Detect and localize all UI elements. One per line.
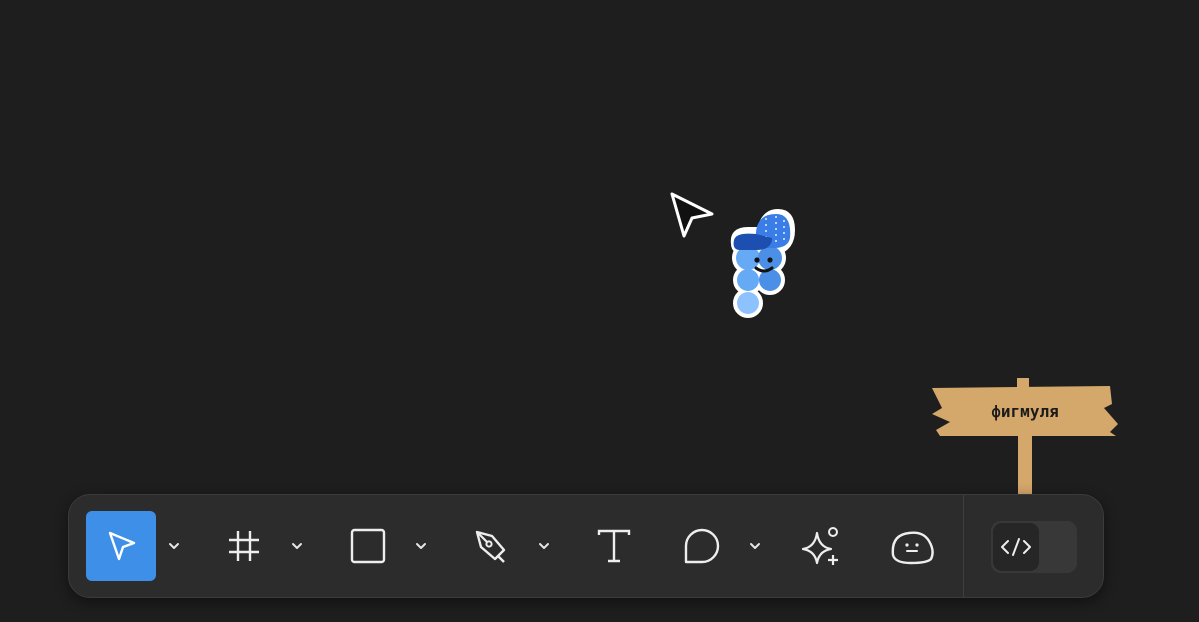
signpost bbox=[932, 378, 1118, 504]
chevron-down-icon bbox=[292, 543, 302, 549]
rectangle-tool-button[interactable] bbox=[333, 511, 403, 581]
dev-mode-toggle-knob bbox=[993, 523, 1039, 571]
speech-bubble-icon bbox=[684, 528, 720, 564]
chevron-down-icon bbox=[169, 543, 179, 549]
signpost-label: фигмуля bbox=[991, 401, 1059, 421]
cursor-arrow-icon bbox=[108, 531, 136, 561]
chevron-down-icon bbox=[539, 543, 549, 549]
bottom-toolbar bbox=[68, 494, 1104, 598]
sparkle-icon bbox=[801, 527, 838, 565]
pen-tool-button[interactable] bbox=[456, 511, 526, 581]
toolbar-divider bbox=[963, 495, 964, 597]
dev-mode-toggle[interactable] bbox=[991, 521, 1077, 573]
frame-tool-menu-button[interactable] bbox=[286, 535, 308, 557]
frame-tool-button[interactable] bbox=[209, 511, 279, 581]
pen-tool-menu-button[interactable] bbox=[533, 535, 555, 557]
character-tool-button[interactable] bbox=[877, 511, 947, 581]
actions-tool-button[interactable] bbox=[787, 511, 857, 581]
blob-face-icon bbox=[891, 531, 934, 565]
text-tool-button[interactable] bbox=[579, 511, 649, 581]
rectangle-tool-menu-button[interactable] bbox=[410, 535, 432, 557]
mouse-pointer-icon bbox=[670, 192, 714, 238]
code-brackets-icon bbox=[1001, 538, 1031, 556]
square-icon bbox=[350, 528, 386, 564]
comment-tool-button[interactable] bbox=[667, 511, 737, 581]
text-t-icon bbox=[597, 529, 631, 563]
move-tool-menu-button[interactable] bbox=[163, 535, 185, 557]
hash-frame-icon bbox=[229, 531, 259, 561]
move-tool-button[interactable] bbox=[86, 511, 156, 581]
mascot-sticker bbox=[730, 209, 795, 318]
chevron-down-icon bbox=[750, 543, 760, 549]
pen-nib-icon bbox=[475, 530, 506, 563]
comment-tool-menu-button[interactable] bbox=[744, 535, 766, 557]
chevron-down-icon bbox=[416, 543, 426, 549]
